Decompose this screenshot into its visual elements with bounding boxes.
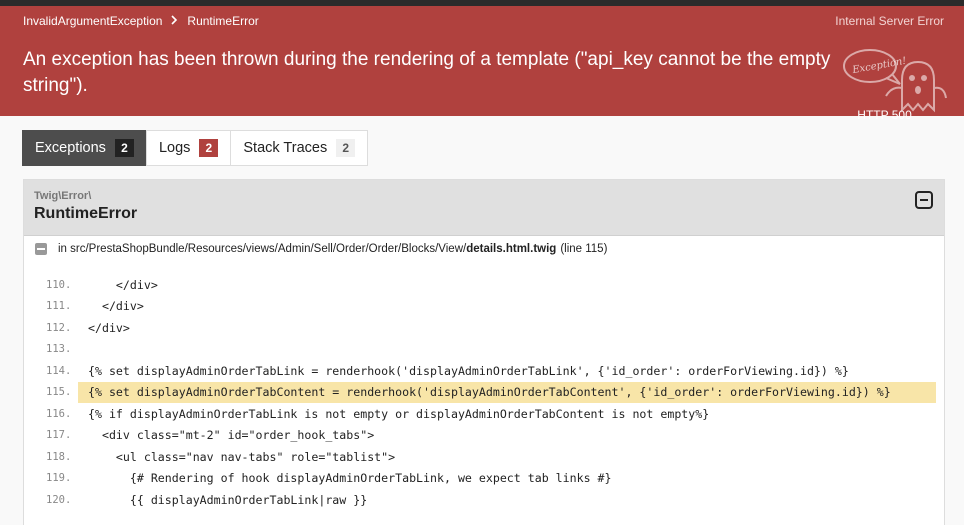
code-line: 119. {# Rendering of hook displayAdminOr… — [46, 468, 936, 490]
tab-stack-traces[interactable]: Stack Traces 2 — [230, 130, 369, 166]
code-line: 113. — [46, 339, 936, 361]
code-line: 111. </div> — [46, 296, 936, 318]
tab-exceptions[interactable]: Exceptions 2 — [22, 130, 147, 166]
line-source: </div> — [88, 277, 158, 292]
error-header: InvalidArgumentException RuntimeError HT… — [0, 6, 964, 122]
code-line: 112. </div> — [46, 317, 936, 339]
line-source: </div> — [88, 320, 130, 335]
line-source: {{ displayAdminOrderTabLink|raw }} — [88, 492, 368, 507]
line-number: 117. — [46, 429, 72, 442]
tab-stack-traces-label: Stack Traces — [243, 140, 328, 156]
trace-file-line[interactable]: in src/PrestaShopBundle/Resources/views/… — [35, 243, 607, 255]
breadcrumb-item-exception[interactable]: InvalidArgumentException — [23, 14, 162, 28]
line-number: 116. — [46, 407, 72, 420]
exception-class: RuntimeError — [34, 205, 138, 222]
line-source: <div class="mt-2" id="order_hook_tabs"> — [88, 428, 375, 443]
status-text: Internal Server Error — [835, 14, 944, 28]
trace-line-number: (line 115) — [560, 243, 608, 255]
trace-file-path: in src/PrestaShopBundle/Resources/views/… — [58, 243, 467, 255]
line-number: 120. — [46, 493, 72, 506]
exception-panel: Twig\Error\ RuntimeError in src/PrestaSh… — [23, 179, 945, 525]
collapse-trace-icon[interactable] — [35, 243, 47, 255]
breadcrumb: InvalidArgumentException RuntimeError — [23, 14, 259, 28]
line-number: 111. — [46, 300, 72, 313]
exception-namespace: Twig\Error\ — [34, 190, 92, 202]
code-line: 118. <ul class="nav nav-tabs" role="tabl… — [46, 446, 936, 468]
line-source: </div> — [88, 299, 144, 314]
line-number: 110. — [46, 278, 72, 291]
tab-logs-label: Logs — [158, 140, 191, 156]
tab-logs[interactable]: Logs 2 — [145, 130, 232, 166]
tab-stack-traces-count: 2 — [336, 139, 356, 157]
trace-file-name: details.html.twig — [466, 243, 557, 255]
tab-exceptions-label: Exceptions — [35, 140, 106, 156]
code-line: 114. {% set displayAdminOrderTabLink = re… — [46, 360, 936, 382]
code-line: 110. </div> — [46, 274, 936, 296]
breadcrumb-item-runtime-error[interactable]: RuntimeError — [187, 14, 258, 28]
tab-exceptions-count: 2 — [114, 139, 134, 157]
collapse-toggle-icon[interactable] — [915, 191, 933, 209]
exception-message: An exception has been thrown during the … — [23, 49, 831, 96]
code-line: 116. {% if displayAdminOrderTabLink is no… — [46, 403, 936, 425]
exception-ghost-logo: Exception! — [840, 44, 950, 114]
line-source: <ul class="nav nav-tabs" role="tablist"> — [88, 449, 396, 464]
tab-logs-count: 2 — [199, 139, 219, 157]
line-number: 113. — [46, 343, 72, 356]
line-number: 115. — [46, 386, 78, 399]
code-line: 117. <div class="mt-2" id="order_hook_ta… — [46, 425, 936, 447]
line-number: 114. — [46, 364, 72, 377]
exception-panel-header: Twig\Error\ RuntimeError — [24, 180, 944, 236]
http-status: HTTP 500 Internal Server Error — [835, 14, 944, 122]
line-number: 112. — [46, 321, 72, 334]
line-source: {% set displayAdminOrderTabLink = render… — [88, 363, 849, 378]
ghost-label: Exception! — [851, 56, 908, 76]
line-source: {% set displayAdminOrderTabContent = ren… — [88, 385, 891, 400]
line-number: 118. — [46, 450, 72, 463]
code-line: 120. {{ displayAdminOrderTabLink|raw }} — [46, 489, 936, 511]
line-number: 119. — [46, 472, 72, 485]
tab-bar: Exceptions 2 Logs 2 Stack Traces 2 — [22, 130, 369, 166]
code-excerpt: 110. </div> 111. </div> 112. </div> 113. 114.… — [46, 274, 936, 511]
chevron-right-icon — [171, 14, 178, 28]
code-line-highlighted: 115. {% set displayAdminOrderTabContent =… — [46, 381, 936, 403]
line-source: {# Rendering of hook displayAdminOrderTa… — [88, 471, 612, 486]
line-source: {% if displayAdminOrderTabLink is not em… — [88, 406, 710, 421]
